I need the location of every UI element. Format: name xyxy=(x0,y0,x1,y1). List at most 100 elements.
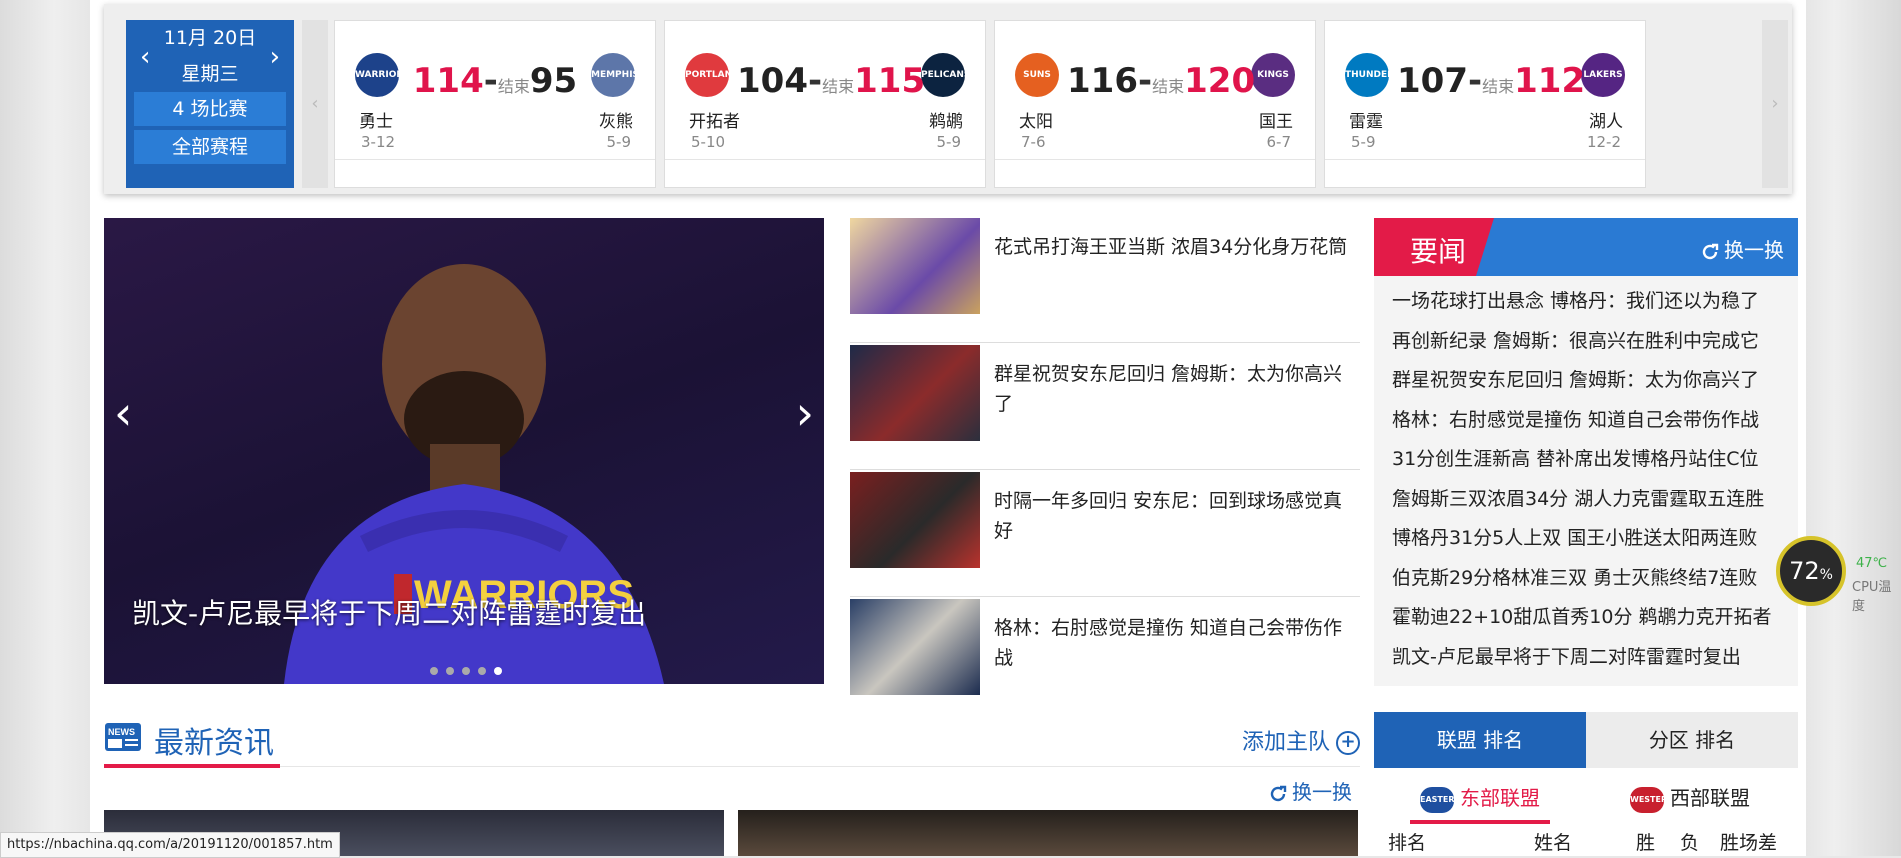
news-title[interactable]: 花式吊打海王亚当斯 浓眉34分化身万花筒 xyxy=(994,232,1360,262)
team-record: 12-2 xyxy=(1586,133,1621,151)
standings-tabs: 联盟 排名 分区 排名 xyxy=(1374,712,1798,768)
slider-prev-icon[interactable]: ‹ xyxy=(114,386,132,440)
list-item[interactable]: 时隔一年多回归 安东尼：回到球场感觉真好 xyxy=(850,472,1360,597)
team-record: 7-6 xyxy=(1021,133,1046,151)
tab-division-standings[interactable]: 分区 排名 xyxy=(1586,712,1798,768)
game-card[interactable]: WARRIORS MEMPHIS 114-结束95 勇士 灰熊 3-12 5-9 xyxy=(334,20,656,188)
headlines-box: 要闻 换一换 一场花球打出悬念 博格丹：我们还以为稳了 再创新纪录 詹姆斯：很高… xyxy=(1374,218,1798,686)
slider-next-icon[interactable]: › xyxy=(796,386,814,440)
add-team-label: 添加主队 xyxy=(1241,730,1330,755)
team-name: 雷霆 xyxy=(1349,112,1383,132)
headline-link[interactable]: 博格丹31分5人上双 国王小胜送太阳两连败 xyxy=(1392,519,1780,559)
news-thumbnail[interactable] xyxy=(850,345,980,441)
tab-western-conference[interactable]: WESTERN西部联盟 xyxy=(1630,782,1750,813)
cpu-label: CPU温度 xyxy=(1852,580,1892,614)
card-footer xyxy=(995,159,1315,160)
latest-news-header: NEWS 最新资讯 添加主队 + xyxy=(104,714,1360,768)
headline-link[interactable]: 31分创生涯新高 替补席出发博格丹站住C位 xyxy=(1392,440,1780,480)
game-card[interactable]: PORTLAND PELICANS 104-结束115 开拓者 鹈鹕 5-10 … xyxy=(664,20,986,188)
news-icon: NEWS xyxy=(105,723,141,751)
tab-league-standings[interactable]: 联盟 排名 xyxy=(1374,712,1586,768)
score: 116-结束120 xyxy=(1067,61,1256,101)
team-logo-icon: LAKERS xyxy=(1581,53,1625,97)
conference-switch: EASTERN东部联盟 WESTERN西部联盟 xyxy=(1374,768,1798,824)
prev-day-icon[interactable]: ‹ xyxy=(140,42,150,72)
news-title[interactable]: 时隔一年多回归 安东尼：回到球场感觉真好 xyxy=(994,486,1360,546)
col-name: 姓名 xyxy=(1534,832,1573,854)
refresh-news-button[interactable]: 换一换 xyxy=(1268,776,1352,805)
news-image[interactable] xyxy=(738,810,1358,856)
cpu-usage-widget[interactable]: 72% xyxy=(1776,536,1846,606)
col-rank: 排名 xyxy=(1388,832,1427,854)
svg-text:NEWS: NEWS xyxy=(108,727,135,737)
list-item[interactable]: 花式吊打海王亚当斯 浓眉34分化身万花筒 xyxy=(850,218,1360,343)
slider-caption[interactable]: 凯文-卢尼最早将于下周二对阵雷霆时复出 xyxy=(132,592,646,632)
col-loss: 负 xyxy=(1680,832,1700,854)
date-selector: ‹ › 11月 20日 星期三 4 场比赛 全部赛程 xyxy=(126,20,294,188)
team-name: 国王 xyxy=(1259,112,1293,132)
news-title[interactable]: 群星祝贺安东尼回归 詹姆斯：太为你高兴了 xyxy=(994,359,1360,419)
team-name: 太阳 xyxy=(1019,112,1053,132)
standings-panel: 联盟 排名 分区 排名 EASTERN东部联盟 WESTERN西部联盟 排名 姓… xyxy=(1374,712,1798,856)
slider-dot-active[interactable] xyxy=(494,667,502,675)
team-logo-icon: PELICANS xyxy=(921,53,970,97)
eastern-logo-icon: EASTERN xyxy=(1420,786,1461,813)
headline-link[interactable]: 霍勒迪22+10甜瓜首秀10分 鹈鹕力克开拓者 xyxy=(1392,598,1780,638)
scroll-right-icon[interactable]: › xyxy=(1762,20,1788,188)
slider-dot[interactable] xyxy=(430,667,438,675)
score: 107-结束112 xyxy=(1397,61,1586,101)
card-footer xyxy=(665,159,985,160)
refresh-label: 换一换 xyxy=(1292,780,1352,804)
news-thumbnail[interactable] xyxy=(850,599,980,695)
team-name: 湖人 xyxy=(1589,112,1623,132)
team-name: 开拓者 xyxy=(689,112,740,132)
team-name: 勇士 xyxy=(359,112,393,132)
team-logo-icon: PORTLAND xyxy=(685,53,740,97)
cpu-percent: 72 xyxy=(1789,557,1820,585)
headline-link[interactable]: 伯克斯29分格林准三双 勇士灭熊终结7连败 xyxy=(1392,559,1780,599)
tab-eastern-conference[interactable]: EASTERN东部联盟 xyxy=(1420,782,1540,813)
game-card[interactable]: SUNS KINGS 116-结束120 太阳 国王 7-6 6-7 xyxy=(994,20,1316,188)
refresh-button[interactable]: 换一换 xyxy=(1700,234,1784,263)
latest-news-title: 最新资讯 xyxy=(154,726,274,761)
background-left xyxy=(0,0,90,856)
score: 114-结束95 xyxy=(412,61,578,101)
team-logo-icon: MEMPHIS xyxy=(591,53,639,97)
feature-slider[interactable]: WARRIORS ‹ › 凯文-卢尼最早将于下周二对阵雷霆时复出 xyxy=(104,218,824,684)
list-item[interactable]: 群星祝贺安东尼回归 詹姆斯：太为你高兴了 xyxy=(850,345,1360,470)
standings-table-header: 排名 姓名 胜 负 胜场差 xyxy=(1374,824,1798,856)
western-logo-icon: WESTERN xyxy=(1630,786,1674,813)
headline-link[interactable]: 詹姆斯三双浓眉34分 湖人力克雷霆取五连胜 xyxy=(1392,480,1780,520)
headlines-header: 要闻 换一换 xyxy=(1374,218,1798,276)
headline-link[interactable]: 再创新纪录 詹姆斯：很高兴在胜利中完成它 xyxy=(1392,322,1780,362)
card-footer xyxy=(335,159,655,160)
col-games-behind: 胜场差 xyxy=(1720,832,1778,854)
western-label: 西部联盟 xyxy=(1670,786,1750,810)
scroll-left-icon[interactable]: ‹ xyxy=(302,20,328,188)
slider-dot[interactable] xyxy=(478,667,486,675)
headline-link[interactable]: 一场花球打出悬念 博格丹：我们还以为稳了 xyxy=(1392,282,1780,322)
headline-link[interactable]: 格林：右肘感觉是撞伤 知道自己会带伤作战 xyxy=(1392,401,1780,441)
cpu-unit: % xyxy=(1819,567,1833,583)
team-record: 5-9 xyxy=(606,133,632,151)
news-thumbnail[interactable] xyxy=(850,472,980,568)
refresh-icon xyxy=(1270,785,1287,801)
plus-circle-icon: + xyxy=(1336,731,1360,755)
team-name: 鹈鹕 xyxy=(929,112,963,132)
status-url: https://nbachina.qq.com/a/20191120/00185… xyxy=(0,832,340,858)
team-logo-icon: THUNDER xyxy=(1345,53,1394,97)
headline-link[interactable]: 群星祝贺安东尼回归 詹姆斯：太为你高兴了 xyxy=(1392,361,1780,401)
next-day-icon[interactable]: › xyxy=(270,42,280,72)
headline-link[interactable]: 凯文-卢尼最早将于下周二对阵雷霆时复出 xyxy=(1392,638,1780,678)
slider-dot[interactable] xyxy=(446,667,454,675)
slider-dot[interactable] xyxy=(462,667,470,675)
add-team-button[interactable]: 添加主队 + xyxy=(1242,724,1360,756)
list-item[interactable]: 格林：右肘感觉是撞伤 知道自己会带伤作战 xyxy=(850,599,1360,723)
team-logo-icon: SUNS xyxy=(1015,53,1059,97)
game-card[interactable]: THUNDER LAKERS 107-结束112 雷霆 湖人 5-9 12-2 xyxy=(1324,20,1646,188)
news-title[interactable]: 格林：右肘感觉是撞伤 知道自己会带伤作战 xyxy=(994,613,1360,673)
all-games-button[interactable]: 全部赛程 xyxy=(134,130,286,164)
page: ‹ › 11月 20日 星期三 4 场比赛 全部赛程 ‹ WARRIORS ME… xyxy=(90,0,1806,856)
score: 104-结束115 xyxy=(737,61,926,101)
news-thumbnail[interactable] xyxy=(850,218,980,314)
